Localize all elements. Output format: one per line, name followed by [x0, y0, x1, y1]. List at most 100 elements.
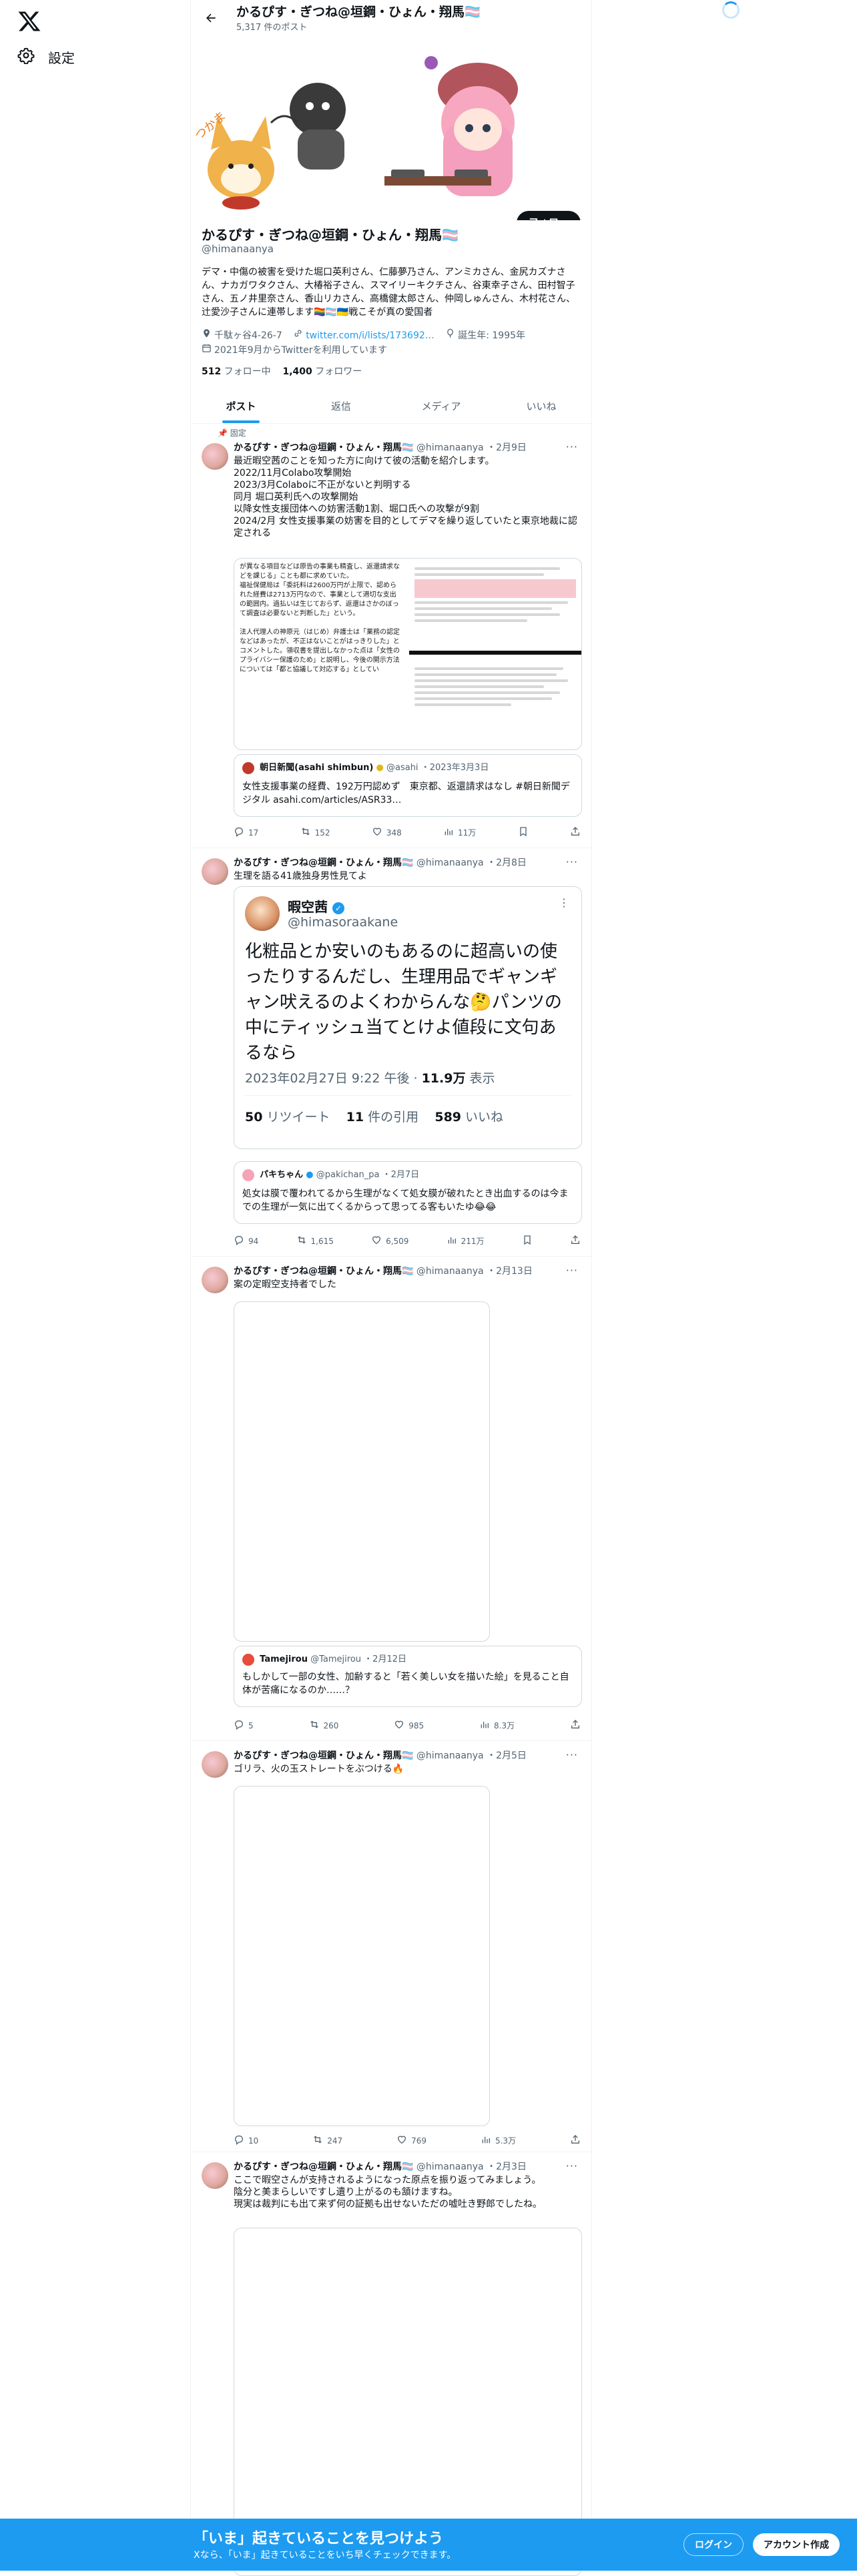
- reply-icon: [234, 2134, 244, 2147]
- tweet-media[interactable]: が異なる項目などは原告の事業も精査し、返還請求などを課じる」ことも都に求めていた…: [234, 558, 582, 750]
- joined-item: 2021年9月からTwitterを利用しています: [202, 343, 387, 358]
- tweet-header: かるぴす・ぎつね@垣鋼・ひょん・翔馬🏳️‍⚧️ @himanaanya ・2月1…: [234, 1265, 533, 1277]
- tweet-media[interactable]: [234, 1786, 490, 2126]
- like-button[interactable]: 769: [396, 2134, 426, 2147]
- views-button[interactable]: 11万: [443, 826, 476, 839]
- avatar[interactable]: [202, 858, 228, 885]
- bookmark-button[interactable]: [522, 1235, 533, 1247]
- tweet-date[interactable]: ・2月13日: [487, 1266, 533, 1277]
- author-handle[interactable]: @himanaanya: [416, 1266, 484, 1277]
- author-name[interactable]: かるぴす・ぎつね@垣鋼・ひょん・翔馬🏳️‍⚧️: [234, 1750, 413, 1761]
- share-button[interactable]: [570, 2134, 581, 2147]
- quoted-tweet[interactable]: Tamejirou @Tamejirou ・2月12日 もしかして一部の女性、加…: [234, 1646, 582, 1707]
- quoted-date: ・2月7日: [382, 1170, 420, 1180]
- author-name[interactable]: かるぴす・ぎつね@垣鋼・ひょん・翔馬🏳️‍⚧️: [234, 442, 413, 453]
- embedded-stats: 50 リツイート 11 件の引用 589 いいね: [245, 1110, 504, 1124]
- reply-button[interactable]: 5: [234, 1719, 254, 1732]
- like-button[interactable]: 6,509: [371, 1235, 408, 1247]
- quoted-text: 女性支援事業の経費、192万円認めず 東京都、返還請求はなし #朝日新聞デジタル…: [242, 781, 570, 806]
- tweet-actions: 5 260 985 8.3万: [234, 1719, 581, 1732]
- following-link[interactable]: 512 フォロー中: [202, 366, 271, 377]
- share-button[interactable]: [570, 826, 581, 839]
- views-button[interactable]: 5.3万: [481, 2134, 516, 2147]
- followers-link[interactable]: 1,400 フォロワー: [283, 366, 362, 377]
- avatar[interactable]: [202, 1267, 228, 1293]
- more-icon[interactable]: ···: [566, 856, 578, 868]
- bar-chart-icon: [443, 826, 454, 839]
- embedded-tweet-image[interactable]: 暇空茜 ✓ @himasoraakane ⋮ 化粧品とか安いのもあるのに超高いの…: [234, 886, 582, 1149]
- avatar[interactable]: [202, 443, 228, 470]
- more-icon[interactable]: ···: [566, 2160, 578, 2172]
- bar-chart-icon: [479, 1719, 490, 1732]
- reply-button[interactable]: 94: [234, 1235, 258, 1247]
- tweet-media[interactable]: [234, 1301, 490, 1642]
- left-nav: 設定: [0, 0, 180, 2571]
- tweet-date[interactable]: ・2月3日: [487, 2162, 527, 2172]
- repost-button[interactable]: 247: [312, 2134, 342, 2147]
- back-arrow-icon[interactable]: [198, 5, 224, 31]
- author-name[interactable]: かるぴす・ぎつね@垣鋼・ひょん・翔馬🏳️‍⚧️: [234, 1266, 413, 1277]
- signup-button[interactable]: アカウント作成: [753, 2533, 840, 2556]
- tab-replies[interactable]: 返信: [291, 388, 391, 423]
- author-handle[interactable]: @himanaanya: [416, 442, 484, 453]
- location-pin-icon: [202, 328, 212, 343]
- nav-settings[interactable]: 設定: [17, 47, 75, 67]
- heart-icon: [394, 1719, 404, 1732]
- tweet-item[interactable]: かるぴす・ぎつね@垣鋼・ひょん・翔馬🏳️‍⚧️ @himanaanya ・2月3…: [191, 2152, 591, 2576]
- repost-button[interactable]: 260: [309, 1719, 338, 1732]
- website-item[interactable]: twitter.com/i/lists/173692…: [293, 328, 435, 343]
- tab-likes[interactable]: いいね: [491, 388, 591, 423]
- views-button[interactable]: 211万: [447, 1235, 485, 1247]
- share-button[interactable]: [570, 1235, 581, 1247]
- author-name[interactable]: かるぴす・ぎつね@垣鋼・ひょん・翔馬🏳️‍⚧️: [234, 2162, 413, 2172]
- tweet-item[interactable]: かるぴす・ぎつね@垣鋼・ひょん・翔馬🏳️‍⚧️ @himanaanya ・2月8…: [191, 848, 591, 1257]
- share-button[interactable]: [570, 1719, 581, 1732]
- more-icon[interactable]: ···: [566, 1264, 578, 1277]
- gear-icon: [17, 47, 35, 67]
- tweet-pinned[interactable]: 📌 固定 かるぴす・ぎつね@垣鋼・ひょん・翔馬🏳️‍⚧️ @himanaanya…: [191, 423, 591, 848]
- quoted-tweet[interactable]: パキちゃん ● @pakichan_pa ・2月7日 処女は膜で覆われてるから生…: [234, 1161, 582, 1224]
- like-button[interactable]: 985: [394, 1719, 424, 1732]
- quoted-tweet-header: 朝日新聞(asahi shimbun) ● @asahi ・2023年3月3日: [242, 760, 489, 774]
- author-name[interactable]: かるぴす・ぎつね@垣鋼・ひょん・翔馬🏳️‍⚧️: [234, 858, 413, 868]
- x-logo-icon[interactable]: [17, 9, 41, 33]
- tab-media[interactable]: メディア: [391, 388, 491, 423]
- like-button[interactable]: 348: [372, 826, 402, 839]
- nav-settings-label: 設定: [48, 50, 75, 66]
- reply-button[interactable]: 17: [234, 826, 258, 839]
- website-link[interactable]: twitter.com/i/lists/173692…: [306, 328, 435, 343]
- reply-button[interactable]: 10: [234, 2134, 258, 2147]
- author-handle[interactable]: @himanaanya: [416, 2162, 484, 2172]
- tweet-date[interactable]: ・2月8日: [487, 858, 527, 868]
- tab-posts[interactable]: ポスト: [191, 388, 291, 423]
- repost-icon: [309, 1719, 320, 1732]
- more-icon[interactable]: ···: [566, 1748, 578, 1761]
- quoted-text: 処女は膜で覆われてるから生理がなくて処女膜が破れたとき出血するのは今までの生理が…: [242, 1189, 569, 1213]
- birthday-text: 誕生年: 1995年: [458, 330, 526, 341]
- views-button[interactable]: 8.3万: [479, 1719, 515, 1732]
- signup-bottom-bar: 「いま」起きていることを見つけよう Xなら、「いま」起きていることをいち早くチェ…: [0, 2519, 857, 2571]
- avatar[interactable]: [202, 1751, 228, 1778]
- follow-button[interactable]: フォロー: [516, 211, 581, 220]
- quoted-tweet[interactable]: 朝日新聞(asahi shimbun) ● @asahi ・2023年3月3日 …: [234, 754, 582, 817]
- tweet-item[interactable]: かるぴす・ぎつね@垣鋼・ひょん・翔馬🏳️‍⚧️ @himanaanya ・2月5…: [191, 1740, 591, 2152]
- login-button[interactable]: ログイン: [683, 2533, 744, 2556]
- tweet-text: ここで暇空さんが支持されるようになった原点を振り返ってみましょう。 陰分と美まら…: [234, 2175, 542, 2210]
- heart-icon: [371, 1235, 382, 1247]
- tweet-date[interactable]: ・2月5日: [487, 1750, 527, 1761]
- profile-banner[interactable]: つかま フォロー: [191, 36, 591, 220]
- avatar[interactable]: [202, 2162, 228, 2189]
- author-handle[interactable]: @himanaanya: [416, 1750, 484, 1761]
- repost-icon: [312, 2134, 323, 2147]
- tweet-date[interactable]: ・2月9日: [487, 442, 527, 453]
- repost-button[interactable]: 1,615: [296, 1235, 334, 1247]
- tweet-item[interactable]: かるぴす・ぎつね@垣鋼・ひょん・翔馬🏳️‍⚧️ @himanaanya ・2月1…: [191, 1256, 591, 1741]
- embedded-more-icon: ⋮: [559, 896, 569, 909]
- bookmark-button[interactable]: [518, 826, 529, 839]
- repost-button[interactable]: 152: [300, 826, 330, 839]
- quoted-author-name: Tamejirou: [260, 1654, 308, 1664]
- author-handle[interactable]: @himanaanya: [416, 858, 484, 868]
- follow-counts: 512 フォロー中 1,400 フォロワー: [202, 364, 362, 378]
- link-icon: [293, 328, 303, 343]
- more-icon[interactable]: ···: [566, 440, 578, 453]
